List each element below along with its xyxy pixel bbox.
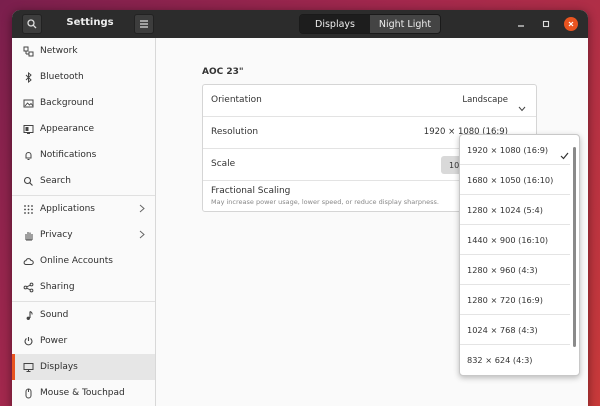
search-icon xyxy=(22,175,34,187)
tab-night-light[interactable]: Night Light xyxy=(370,15,440,33)
mouse-icon xyxy=(22,387,34,399)
share-icon xyxy=(22,281,34,293)
sidebar: Network Bluetooth Background Appearance … xyxy=(12,38,156,406)
resolution-option-label: 1440 × 900 (16:10) xyxy=(467,234,549,245)
bell-icon xyxy=(22,149,34,161)
sidebar-item-label: Sound xyxy=(40,310,69,320)
sidebar-item-sound[interactable]: Sound xyxy=(12,302,155,328)
resolution-option[interactable]: 1280 × 960 (4:3) xyxy=(460,255,570,285)
grid-icon xyxy=(22,203,34,215)
power-icon xyxy=(22,335,34,347)
sidebar-item-label: Network xyxy=(40,46,78,56)
tab-displays[interactable]: Displays xyxy=(300,15,370,33)
sidebar-item-appearance[interactable]: Appearance xyxy=(12,116,155,142)
resolution-option-label: 1280 × 1024 (5:4) xyxy=(467,204,543,215)
resolution-option-label: 1280 × 960 (4:3) xyxy=(467,264,538,275)
resolution-label: Resolution xyxy=(211,127,259,137)
background-icon xyxy=(22,97,34,109)
search-icon xyxy=(27,19,37,29)
settings-window: Settings Displays Night Light Network Bl… xyxy=(12,10,588,406)
resolution-option[interactable]: 1024 × 768 (4:3) xyxy=(460,315,570,345)
network-icon xyxy=(22,45,34,57)
sidebar-item-label: Mouse & Touchpad xyxy=(40,388,125,398)
sidebar-item-label: Power xyxy=(40,336,68,346)
resolution-option-label: 1280 × 720 (16:9) xyxy=(467,294,543,305)
resolution-option[interactable]: 1440 × 900 (16:10) xyxy=(460,225,570,255)
music-note-icon xyxy=(22,309,34,321)
sidebar-item-power[interactable]: Power xyxy=(12,328,155,354)
chevron-down-icon xyxy=(518,97,526,116)
search-button[interactable] xyxy=(22,14,42,34)
hand-icon xyxy=(22,229,34,241)
resolution-option[interactable]: 1280 × 720 (16:9) xyxy=(460,285,570,315)
sidebar-item-search[interactable]: Search xyxy=(12,168,155,194)
close-button[interactable] xyxy=(564,17,578,31)
cloud-icon xyxy=(22,255,34,267)
resolution-option[interactable]: 1920 × 1080 (16:9) xyxy=(460,135,570,165)
sidebar-item-sharing[interactable]: Sharing xyxy=(12,274,155,300)
resolution-option[interactable]: 832 × 624 (4:3) xyxy=(460,345,570,375)
resolution-option-label: 832 × 624 (4:3) xyxy=(467,355,533,365)
sidebar-item-label: Notifications xyxy=(40,150,97,160)
sidebar-item-bluetooth[interactable]: Bluetooth xyxy=(12,64,155,90)
resolution-dropdown: 1920 × 1080 (16:9) 1680 × 1050 (16:10) 1… xyxy=(459,134,580,376)
bluetooth-icon xyxy=(22,71,34,83)
resolution-option-label: 1024 × 768 (4:3) xyxy=(467,324,538,335)
resolution-option[interactable]: 1280 × 1024 (5:4) xyxy=(460,195,570,225)
hamburger-icon xyxy=(140,20,148,28)
close-icon xyxy=(568,21,574,27)
sidebar-item-mouse-touchpad[interactable]: Mouse & Touchpad xyxy=(12,380,155,406)
fractional-scaling-label: Fractional Scaling xyxy=(211,186,291,196)
sidebar-item-label: Background xyxy=(40,98,94,108)
sidebar-item-label: Sharing xyxy=(40,282,75,292)
dropdown-scrollbar[interactable] xyxy=(573,147,576,347)
sidebar-item-privacy[interactable]: Privacy xyxy=(12,222,155,248)
minimize-button[interactable] xyxy=(514,17,528,31)
monitor-icon xyxy=(22,361,34,373)
sidebar-item-label: Displays xyxy=(40,362,78,372)
chevron-right-icon xyxy=(139,230,145,242)
sidebar-item-label: Appearance xyxy=(40,124,95,134)
sidebar-item-displays[interactable]: Displays xyxy=(12,354,155,380)
minimize-icon xyxy=(518,25,524,27)
sidebar-item-label: Search xyxy=(40,176,71,186)
orientation-value: Landscape xyxy=(462,95,508,105)
monitor-name: AOC 23" xyxy=(202,67,244,77)
menu-button[interactable] xyxy=(134,14,154,34)
window-title: Settings xyxy=(66,17,114,28)
sidebar-item-applications[interactable]: Applications xyxy=(12,196,155,222)
sidebar-item-background[interactable]: Background xyxy=(12,90,155,116)
resolution-option-label: 1920 × 1080 (16:9) xyxy=(467,144,549,155)
sidebar-item-label: Bluetooth xyxy=(40,72,84,82)
sidebar-item-label: Online Accounts xyxy=(40,256,113,266)
header-bar: Settings Displays Night Light xyxy=(12,10,588,38)
resolution-option[interactable]: 1680 × 1050 (16:10) xyxy=(460,165,570,195)
checkmark-icon xyxy=(560,145,569,164)
maximize-icon xyxy=(542,20,550,28)
sidebar-item-online-accounts[interactable]: Online Accounts xyxy=(12,248,155,274)
appearance-icon xyxy=(22,123,34,135)
orientation-row[interactable]: Orientation Landscape xyxy=(203,85,536,117)
scale-label: Scale xyxy=(211,159,236,169)
sidebar-item-notifications[interactable]: Notifications xyxy=(12,142,155,168)
sidebar-item-network[interactable]: Network xyxy=(12,38,155,64)
sidebar-item-label: Applications xyxy=(40,204,95,214)
maximize-button[interactable] xyxy=(539,17,553,31)
fractional-scaling-description: May increase power usage, lower speed, o… xyxy=(211,198,439,206)
resolution-option-label: 1680 × 1050 (16:10) xyxy=(467,174,554,185)
chevron-right-icon xyxy=(139,204,145,216)
view-switcher: Displays Night Light xyxy=(299,14,441,34)
sidebar-item-label: Privacy xyxy=(40,230,73,240)
orientation-label: Orientation xyxy=(211,95,262,105)
